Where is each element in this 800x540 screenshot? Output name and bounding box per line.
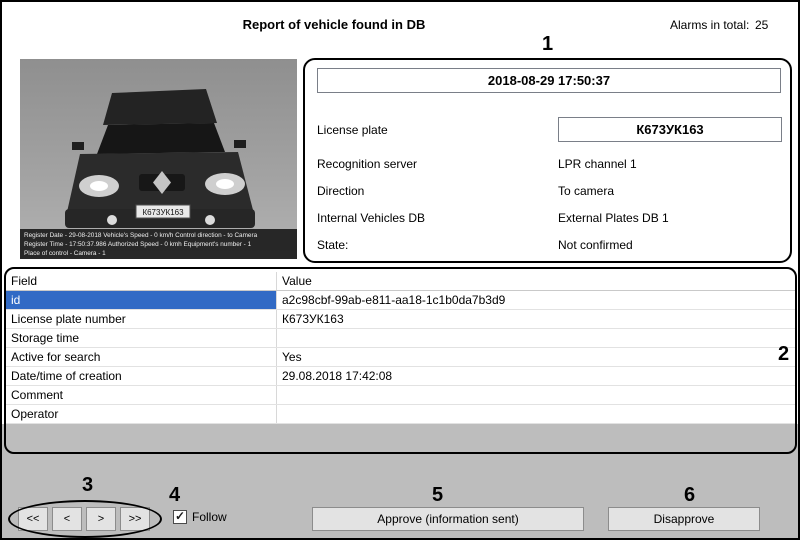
annotation-number-5: 5 (432, 485, 443, 505)
annotation-number-4: 4 (169, 485, 180, 505)
info-value: To camera (558, 184, 614, 198)
info-label: Recognition server (317, 157, 558, 171)
car-roof (103, 89, 217, 125)
car-windshield (97, 123, 225, 154)
alarms-total-label: Alarms in total: (670, 18, 749, 32)
info-row: State:Not confirmed (317, 231, 782, 258)
nav-annotation-ellipse (8, 500, 162, 538)
annotation-number-2: 2 (778, 344, 789, 364)
overlay-line-1: Register Date - 29-08-2018 Vehicle's Spe… (24, 232, 258, 239)
annotation-number-6: 6 (684, 485, 695, 505)
approve-button[interactable]: Approve (information sent) (312, 507, 584, 531)
car-illustration: К673УК163 Register Date - 29-08-2018 Veh… (20, 59, 297, 259)
table-annotation-outline (4, 267, 797, 454)
info-row: DirectionTo camera (317, 177, 782, 204)
info-value: LPR channel 1 (558, 157, 637, 171)
info-value: External Plates DB 1 (558, 211, 669, 225)
info-label: Direction (317, 184, 558, 198)
car-foglight-right (205, 215, 215, 225)
info-label: State: (317, 238, 558, 252)
info-label: Internal Vehicles DB (317, 211, 558, 225)
info-fields: Recognition serverLPR channel 1Direction… (317, 150, 782, 258)
page-title: Report of vehicle found in DB (2, 17, 666, 32)
follow-label: Follow (192, 510, 227, 524)
follow-control: Follow (173, 510, 227, 524)
report-window: { "window": { "title": "Report of vehicl… (0, 0, 800, 540)
vehicle-photo: К673УК163 Register Date - 29-08-2018 Veh… (20, 59, 297, 259)
license-plate-label: License plate (317, 123, 388, 137)
follow-checkbox[interactable] (173, 510, 187, 524)
disapprove-button[interactable]: Disapprove (608, 507, 760, 531)
license-plate-text: К673УК163 (142, 208, 184, 217)
annotation-number-1: 1 (542, 34, 553, 54)
car-mirror-right (234, 140, 246, 148)
info-row: Internal Vehicles DBExternal Plates DB 1 (317, 204, 782, 231)
info-value: Not confirmed (558, 238, 633, 252)
event-timestamp-box: 2018-08-29 17:50:37 (317, 68, 781, 93)
alarms-total-count: 25 (755, 18, 768, 32)
info-row: Recognition serverLPR channel 1 (317, 150, 782, 177)
car-headlight-left-glow (90, 181, 108, 191)
car-headlight-right-glow (216, 179, 234, 189)
annotation-number-3: 3 (82, 475, 93, 495)
overlay-line-2: Register Time - 17:50:37.986 Authorized … (24, 241, 252, 248)
car-foglight-left (107, 215, 117, 225)
license-plate-value-box: К673УК163 (558, 117, 782, 142)
car-mirror-left (72, 142, 84, 150)
overlay-line-3: Place of control - Camera - 1 (24, 250, 106, 257)
